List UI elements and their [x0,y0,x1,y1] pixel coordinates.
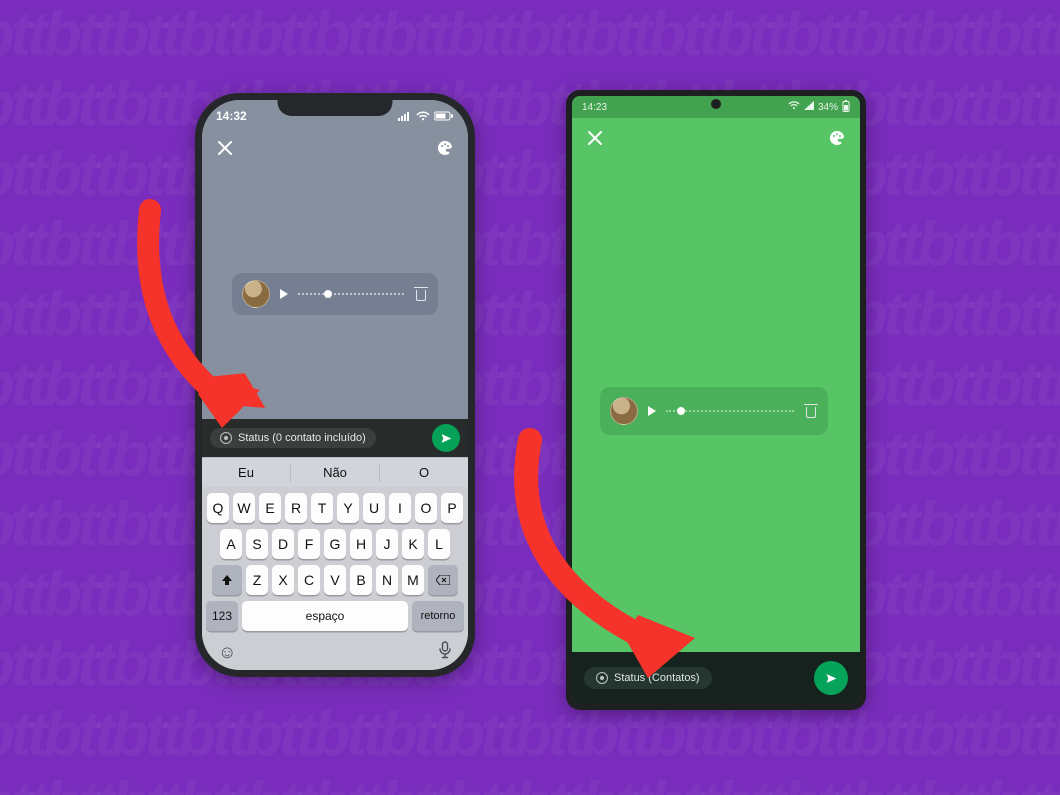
close-icon[interactable] [216,139,234,162]
android-status-time: 14:23 [582,102,607,113]
wifi-icon [788,101,800,113]
key-p[interactable]: P [441,493,463,523]
voice-track[interactable] [666,406,794,416]
avatar [242,280,270,308]
battery-label: 34% [818,102,838,113]
suggestion-2[interactable]: Não [291,465,379,480]
battery-icon [842,100,850,115]
android-frame: 14:23 34% [566,90,866,710]
key-z[interactable]: Z [246,565,268,595]
signal-icon [804,101,814,113]
keyboard-row-3: Z X C V B N M [206,565,464,595]
close-icon[interactable] [586,129,604,152]
signal-icon [398,111,412,121]
voice-track[interactable] [298,289,404,299]
key-j[interactable]: J [376,529,398,559]
key-n[interactable]: N [376,565,398,595]
status-privacy-chip[interactable]: Status (0 contato incluído) [210,428,376,448]
key-g[interactable]: G [324,529,346,559]
key-backspace[interactable] [428,565,458,595]
status-ring-icon [220,432,232,444]
mic-icon[interactable] [438,641,452,664]
suggestion-3[interactable]: O [380,465,468,480]
key-b[interactable]: B [350,565,372,595]
voice-note-card-android[interactable] [600,387,828,435]
keyboard-row-2: A S D F G H J K L [206,529,464,559]
key-s[interactable]: S [246,529,268,559]
android-content-area [572,162,860,652]
key-e[interactable]: E [259,493,281,523]
status-privacy-label: Status (0 contato incluído) [238,432,366,444]
key-q[interactable]: Q [207,493,229,523]
key-space[interactable]: espaço [242,601,408,631]
keyboard-row-4: 123 espaço retorno [206,601,464,631]
android-screen: 14:23 34% [572,96,860,704]
whatsapp-appbar-ios [202,132,468,168]
key-numeric[interactable]: 123 [206,601,238,631]
status-ring-icon [596,672,608,684]
trash-icon[interactable] [414,287,428,301]
key-h[interactable]: H [350,529,372,559]
key-a[interactable]: A [220,529,242,559]
key-shift[interactable] [212,565,242,595]
iphone-notch [278,93,393,116]
wifi-icon [416,111,430,121]
key-u[interactable]: U [363,493,385,523]
suggestion-1[interactable]: Eu [202,465,290,480]
key-r[interactable]: R [285,493,307,523]
status-privacy-label: Status (Contatos) [614,672,700,684]
status-privacy-chip[interactable]: Status (Contatos) [584,667,712,689]
palette-icon[interactable] [828,129,846,152]
whatsapp-appbar-android [572,118,860,162]
play-icon[interactable] [280,289,288,299]
key-w[interactable]: W [233,493,255,523]
key-i[interactable]: I [389,493,411,523]
ios-bottom-bar: Status (0 contato incluído) [202,419,468,457]
play-icon[interactable] [648,406,656,416]
palette-icon[interactable] [436,139,454,162]
key-l[interactable]: L [428,529,450,559]
android-punch-hole [711,99,721,109]
android-bottom-bar: Status (Contatos) [572,652,860,704]
ios-keyboard: Q W E R T Y U I O P A S D F G H [202,487,468,670]
battery-icon [434,111,454,121]
key-c[interactable]: C [298,565,320,595]
iphone-screen: 14:32 [202,100,468,670]
keyboard-bottom-row: ☺ [206,637,464,666]
ios-status-time: 14:32 [216,109,247,123]
keyboard-suggestions: Eu Não O [202,457,468,487]
key-m[interactable]: M [402,565,424,595]
send-button[interactable] [814,661,848,695]
key-f[interactable]: F [298,529,320,559]
key-o[interactable]: O [415,493,437,523]
key-return[interactable]: retorno [412,601,464,631]
key-x[interactable]: X [272,565,294,595]
key-t[interactable]: T [311,493,333,523]
voice-note-card-ios[interactable] [232,273,438,315]
send-button[interactable] [432,424,460,452]
key-d[interactable]: D [272,529,294,559]
key-v[interactable]: V [324,565,346,595]
ios-content-area [202,168,468,419]
trash-icon[interactable] [804,404,818,418]
emoji-icon[interactable]: ☺ [218,642,236,663]
key-k[interactable]: K [402,529,424,559]
key-y[interactable]: Y [337,493,359,523]
keyboard-row-1: Q W E R T Y U I O P [206,493,464,523]
iphone-frame: 14:32 [195,93,475,677]
avatar [610,397,638,425]
